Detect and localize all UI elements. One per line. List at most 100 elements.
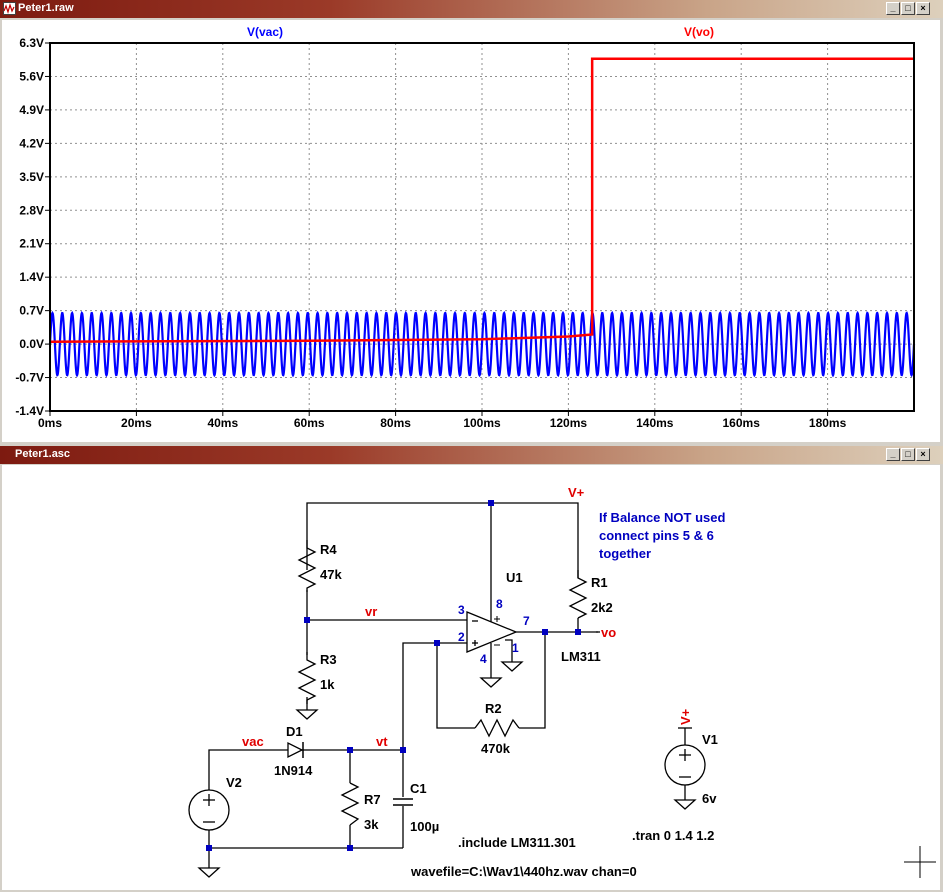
comment-line-2: connect pins 5 & 6 xyxy=(599,528,714,543)
restore-button[interactable]: □ xyxy=(901,448,915,461)
y-tick-label: 5.6V xyxy=(19,69,44,83)
ground-r3 xyxy=(295,709,319,720)
y-tick-label: 2.1V xyxy=(19,237,44,251)
tran-directive: .tran 0 1.4 1.2 xyxy=(632,828,714,843)
pin-2-label: 2 xyxy=(458,630,465,644)
legend-vac[interactable]: V(vac) xyxy=(247,25,283,39)
y-tick-label: 0.0V xyxy=(19,337,44,351)
schematic-titlebar[interactable]: Peter1.asc _ □ × xyxy=(0,446,943,464)
comment-line-1: If Balance NOT used xyxy=(599,510,725,525)
source-v1 xyxy=(664,744,706,786)
x-tick-label: 180ms xyxy=(809,416,847,430)
resistor-r2 xyxy=(474,718,520,738)
capacitor-c1 xyxy=(393,798,413,806)
r3-value: 1k xyxy=(320,677,335,692)
net-label-vr: vr xyxy=(365,604,377,619)
x-tick-label: 40ms xyxy=(207,416,238,430)
r7-name: R7 xyxy=(364,792,381,807)
waveform-plot-panel[interactable]: 6.3V 5.6V 4.9V 4.2V 3.5V 2.8V 2.1V 1.4V 0.7V 0.0V… xyxy=(2,20,940,442)
x-tick-label: 60ms xyxy=(294,416,325,430)
net-label-vt: vt xyxy=(376,734,388,749)
minimize-button[interactable]: _ xyxy=(886,448,900,461)
v1-name: V1 xyxy=(702,732,718,747)
r1-name: R1 xyxy=(591,575,608,590)
x-tick-label: 140ms xyxy=(636,416,674,430)
legend-vo[interactable]: V(vo) xyxy=(684,25,714,39)
r3-name: R3 xyxy=(320,652,337,667)
y-tick-label: 2.8V xyxy=(19,203,44,217)
pin-8-label: 8 xyxy=(496,597,503,611)
r4-value: 47k xyxy=(320,567,342,582)
v2-name: V2 xyxy=(226,775,242,790)
close-button[interactable]: × xyxy=(916,448,930,461)
pin-3-label: 3 xyxy=(458,603,465,617)
x-tick-label: 0ms xyxy=(38,416,62,430)
d1-value: 1N914 xyxy=(274,763,313,778)
ground-v1 xyxy=(673,799,697,810)
c1-name: C1 xyxy=(410,781,427,796)
r2-value: 470k xyxy=(481,741,511,756)
x-tick-label: 120ms xyxy=(550,416,588,430)
resistor-r1 xyxy=(568,570,588,619)
waveform-plot[interactable]: 6.3V 5.6V 4.9V 4.2V 3.5V 2.8V 2.1V 1.4V 0.7V 0.0V… xyxy=(2,20,940,442)
waveform-window-title: Peter1.raw xyxy=(18,2,74,14)
opamp-u1 xyxy=(466,611,518,653)
wire-r2-left xyxy=(436,643,475,729)
y-tick-label: 4.9V xyxy=(19,103,44,117)
wire-gnd-bottom xyxy=(208,830,403,849)
close-button[interactable]: × xyxy=(916,2,930,15)
resistor-r3 xyxy=(297,652,317,704)
y-tick-label: 1.4V xyxy=(19,270,44,284)
c1-value: 100µ xyxy=(410,819,439,834)
u1-value: LM311 xyxy=(561,649,601,664)
x-tick-label: 100ms xyxy=(463,416,501,430)
y-tick-label: 6.3V xyxy=(19,36,44,50)
balance-comment: If Balance NOT used connect pins 5 & 6 t… xyxy=(599,510,725,561)
wire-r2-right xyxy=(519,632,546,729)
schematic-canvas[interactable]: R4 47k R3 1k R1 2k2 R2 470k R7 3k C1 100… xyxy=(2,465,940,890)
minimize-button[interactable]: _ xyxy=(886,2,900,15)
crosshair-cursor-icon xyxy=(904,846,936,878)
diode-d1 xyxy=(287,741,310,759)
wire-pin2 xyxy=(402,642,467,750)
trace-vac xyxy=(48,310,916,378)
ground-v2 xyxy=(197,867,221,878)
pin-1-label: 1 xyxy=(512,641,519,655)
pin-4-label: 4 xyxy=(480,652,487,666)
ground-pin1 xyxy=(500,661,524,672)
source-v2 xyxy=(188,789,230,831)
net-label-vo: vo xyxy=(601,625,616,640)
wavefile-directive: wavefile=C:\Wav1\440hz.wav chan=0 xyxy=(410,864,637,879)
net-label-v1-vplus: V+ xyxy=(678,708,693,725)
wire-pin1 xyxy=(505,639,513,662)
schematic-window: Peter1.asc _ □ × R4 47k R3 1k R1 2k2 R2 … xyxy=(0,445,943,892)
y-tick-label: 4.2V xyxy=(19,136,44,150)
x-tick-label: 20ms xyxy=(121,416,152,430)
x-tick-label: 80ms xyxy=(380,416,411,430)
y-tick-label: 3.5V xyxy=(19,170,44,184)
y-tick-label: -0.7V xyxy=(15,371,44,385)
d1-name: D1 xyxy=(286,724,303,739)
x-tick-label: 160ms xyxy=(723,416,761,430)
schematic-window-title: Peter1.asc xyxy=(15,448,71,460)
r4-name: R4 xyxy=(320,542,337,557)
wire-top-rail xyxy=(306,502,579,578)
pin-7-label: 7 xyxy=(523,614,530,628)
r2-name: R2 xyxy=(485,701,502,716)
net-label-vac: vac xyxy=(242,734,264,749)
waveform-window: Peter1.raw _ □ × 6.3V 5.6V 4.9V 4.2V 3.5V 2.8… xyxy=(0,0,943,445)
restore-button[interactable]: □ xyxy=(901,2,915,15)
v1-value: 6v xyxy=(702,791,717,806)
waveform-app-icon xyxy=(3,2,16,15)
comment-line-3: together xyxy=(599,546,651,561)
resistors xyxy=(297,540,588,826)
r7-value: 3k xyxy=(364,817,379,832)
y-tick-label: 0.7V xyxy=(19,304,44,318)
u1-name: U1 xyxy=(506,570,523,585)
include-directive: .include LM311.301 xyxy=(458,835,576,850)
r1-value: 2k2 xyxy=(591,600,613,615)
resistor-r7 xyxy=(340,782,360,826)
waveform-titlebar[interactable]: Peter1.raw _ □ × xyxy=(0,0,943,18)
net-label-vplus: V+ xyxy=(568,485,585,500)
schematic-drawing[interactable]: R4 47k R3 1k R1 2k2 R2 470k R7 3k C1 100… xyxy=(2,465,940,890)
